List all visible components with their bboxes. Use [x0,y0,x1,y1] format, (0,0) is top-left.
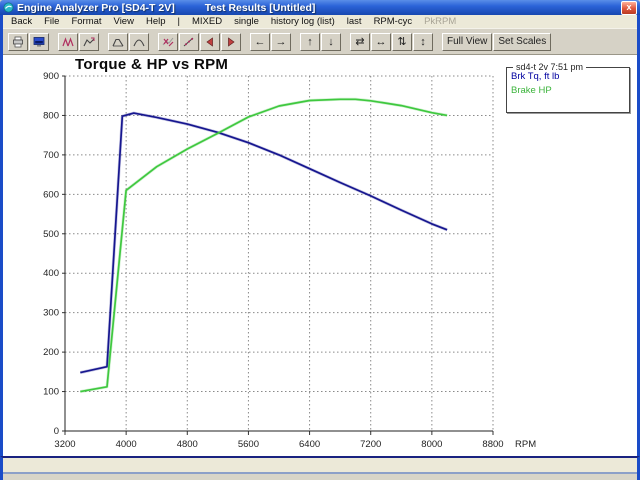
menu-item-back[interactable]: Back [5,16,38,27]
x-tick-label: 3200 [54,439,75,450]
line-plot-icon [183,37,194,46]
toolbar-group [58,32,100,51]
x-tick-label: 5600 [238,439,259,450]
line-plot-button[interactable] [179,32,199,51]
menu-item-pkrpm[interactable]: PkRPM [418,16,462,27]
y-tick-label: 600 [43,189,59,200]
full-view-button[interactable]: Full View [442,32,493,51]
window-title-doc: Test Results [Untitled] [204,1,316,14]
menu-item-mixed[interactable]: MIXED [186,16,228,27]
history-prev-button[interactable] [200,32,220,51]
compare-plot-button[interactable] [158,32,178,51]
y-tick-label: 700 [43,150,59,161]
pan-up-button[interactable]: ↑ [300,32,320,51]
app-icon [3,2,14,13]
y-tick-label: 200 [43,347,59,358]
multi-plot-button[interactable] [58,32,78,51]
history-next-button[interactable] [221,32,241,51]
multi-plot-icon [62,36,74,46]
legend-caption: sd4-t 2v 7:51 pm [513,62,587,72]
menu-item-history-log-list[interactable]: history log (list) [265,16,341,27]
x-tick-label: 6400 [299,439,320,450]
menu-item-format[interactable]: Format [65,16,107,27]
legend-item-brake-hp: Brake HP [511,85,552,96]
dome-curve-button[interactable] [129,32,149,51]
toolbar-group [158,32,242,51]
zoom-plot-icon [83,37,95,46]
menu-item-view[interactable]: View [108,16,140,27]
screen-view-button[interactable] [29,32,49,51]
toolbar-group: ↑ ↓ [300,32,342,51]
red-left-arrow-icon [206,36,213,47]
red-right-arrow-icon [228,36,235,47]
title-bar: Engine Analyzer Pro [SD4-T 2V] Test Resu… [0,0,640,15]
menu-item-last[interactable]: last [341,16,368,27]
menu-item-help[interactable]: Help [140,16,172,27]
compress-x-button[interactable]: ⇄ [350,32,370,51]
x-tick-label: 7200 [360,439,381,450]
legend-box: sd4-t 2v 7:51 pm Brk Tq, ft lb Brake HP [506,62,630,113]
dome-curve-icon [133,38,145,46]
menu-item-rpm-cyc[interactable]: RPM-cyc [368,16,419,27]
y-tick-label: 900 [43,71,59,82]
plot-canvas: 0 100 200 300 400 500 600 700 800 900 3200 4000 4800… [43,71,536,450]
chart-title: Torque & HP vs RPM [75,56,229,73]
window-title-app: Engine Analyzer Pro [SD4-T 2V] [17,1,175,14]
series-halo-brake-hp [80,97,448,394]
series-line-brake-hp [80,98,448,393]
compress-y-button[interactable]: ⇅ [392,32,412,51]
y-tick-label: 800 [43,110,59,121]
y-tick-label: 500 [43,229,59,240]
toolbar-group: Full View Set Scales [442,32,552,51]
menu-bar: Back File Format View Help | MIXED single histor… [3,15,637,28]
expand-y-button[interactable]: ↕ [413,32,433,51]
y-tick-label: 400 [43,268,59,279]
printer-icon [13,36,23,47]
y-tick-label: 100 [43,387,59,398]
print-button[interactable] [8,32,28,51]
x-tick-label: 4800 [177,439,198,450]
series-halo-brk-tq-ft-lb [79,111,448,375]
toolbar-group: ⇄ ↔ ⇅ ↕ [350,32,434,51]
peak-curve-button[interactable] [108,32,128,51]
set-scales-button[interactable]: Set Scales [493,32,552,51]
y-tick-label: 300 [43,308,59,319]
toolbar-group [8,32,50,51]
toolbar-group: ← → [250,32,292,51]
x-tick-label: 8000 [421,439,442,450]
pan-left-button[interactable]: ← [250,32,270,51]
menu-separator: | [177,16,180,27]
x-tick-label: 8800 [482,439,503,450]
window-bottom-frame [0,456,640,480]
menu-item-file[interactable]: File [38,16,65,27]
toolbar-group [108,32,150,51]
y-tick-label: 0 [54,426,59,437]
x-axis-label: RPM [515,439,536,450]
expand-x-button[interactable]: ↔ [371,32,391,51]
compare-plot-icon [162,37,174,46]
pan-right-button[interactable]: → [271,32,291,51]
menu-item-single[interactable]: single [228,16,265,27]
monitor-icon [33,36,45,47]
x-tick-label: 4000 [116,439,137,450]
series-line-brk-tq-ft-lb [80,112,448,374]
peak-curve-icon [112,38,124,46]
legend-items: Brk Tq, ft lb Brake HP [507,68,629,96]
close-button[interactable]: x [621,0,637,15]
zoom-plot-button[interactable] [79,32,99,51]
toolbar: ← → ↑ ↓ ⇄ ↔ ⇅ ↕ Full View Set Scales [3,28,637,55]
chart-area: 0 100 200 300 400 500 600 700 800 900 3200 4000 4800… [3,55,637,456]
pan-down-button[interactable]: ↓ [321,32,341,51]
app-window: Engine Analyzer Pro [SD4-T 2V] Test Resu… [0,0,640,480]
window-frame: Back File Format View Help | MIXED single histor… [0,15,640,456]
